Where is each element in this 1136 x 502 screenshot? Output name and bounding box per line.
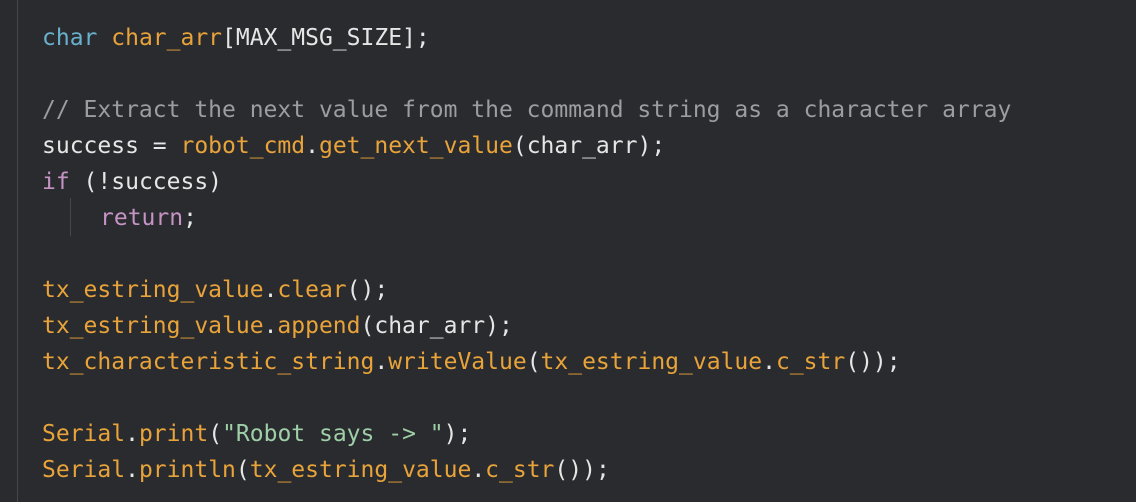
code-line[interactable]: tx_estring_value.clear();	[42, 272, 1011, 308]
code-token: (	[526, 349, 541, 375]
blank-line[interactable]: ​	[42, 56, 1011, 92]
code-token: success =	[42, 133, 181, 159]
code-token: .	[263, 313, 278, 339]
code-block[interactable]: char char_arr[MAX_MSG_SIZE];​// Extract …	[42, 20, 1011, 488]
code-token: if	[42, 169, 70, 195]
code-token: );	[443, 421, 472, 447]
code-token: tx_estring_value	[42, 313, 264, 339]
code-token: .	[471, 457, 486, 483]
code-line[interactable]: Serial.print("Robot says -> ");	[42, 416, 1011, 452]
code-token: println	[138, 457, 236, 483]
code-line[interactable]: success = robot_cmd.get_next_value(char_…	[42, 128, 1011, 164]
code-line[interactable]: return;	[42, 200, 1011, 236]
code-token: .	[125, 421, 139, 447]
code-line[interactable]: // Extract the next value from the comma…	[42, 92, 1011, 128]
indent-guide	[17, 0, 18, 502]
code-token: c_str	[485, 457, 555, 483]
code-line[interactable]: tx_characteristic_string.writeValue(tx_e…	[42, 344, 1011, 380]
code-token: "Robot says -> "	[222, 421, 444, 447]
code-token: .	[125, 457, 139, 483]
code-token: tx_estring_value	[540, 349, 763, 375]
code-token: tx_characteristic_string	[42, 349, 375, 375]
code-token: (	[208, 421, 223, 447]
code-token: return	[100, 205, 184, 231]
code-token: .	[263, 277, 278, 303]
code-line[interactable]: char char_arr[MAX_MSG_SIZE];	[42, 20, 1011, 56]
code-token: .	[374, 349, 389, 375]
code-token: clear	[277, 277, 347, 303]
code-token: (!success)	[69, 169, 223, 195]
code-token: (	[235, 457, 250, 483]
code-token: print	[138, 421, 209, 447]
code-token: char_arr	[111, 25, 223, 51]
code-token: (char_arr);	[512, 133, 666, 159]
code-token: c_str	[775, 349, 846, 375]
code-token: ();	[346, 277, 389, 303]
code-token: append	[277, 313, 361, 339]
code-token: tx_estring_value	[249, 457, 472, 483]
code-token: ());	[554, 457, 610, 483]
code-token: .	[762, 349, 776, 375]
code-token: ());	[845, 349, 901, 375]
code-token: [MAX_MSG_SIZE];	[222, 25, 430, 51]
code-line[interactable]: Serial.println(tx_estring_value.c_str())…	[42, 452, 1011, 488]
code-line[interactable]: if (!success)	[42, 164, 1011, 200]
blank-line[interactable]: ​	[42, 380, 1011, 416]
code-token: ;	[183, 205, 197, 231]
blank-line[interactable]: ​	[42, 236, 1011, 272]
code-token: // Extract the next value from the comma…	[42, 97, 1012, 123]
code-token: (char_arr);	[360, 313, 513, 339]
code-token: tx_estring_value	[42, 277, 264, 303]
code-token: char	[42, 25, 98, 51]
code-token: Serial	[42, 421, 126, 447]
code-token: .	[305, 133, 319, 159]
code-token: get_next_value	[318, 133, 513, 159]
code-token: writeValue	[388, 349, 527, 375]
code-line[interactable]: tx_estring_value.append(char_arr);	[42, 308, 1011, 344]
code-token: robot_cmd	[180, 133, 306, 159]
code-editor[interactable]: char char_arr[MAX_MSG_SIZE];​// Extract …	[0, 0, 1136, 502]
code-token: Serial	[42, 457, 126, 483]
